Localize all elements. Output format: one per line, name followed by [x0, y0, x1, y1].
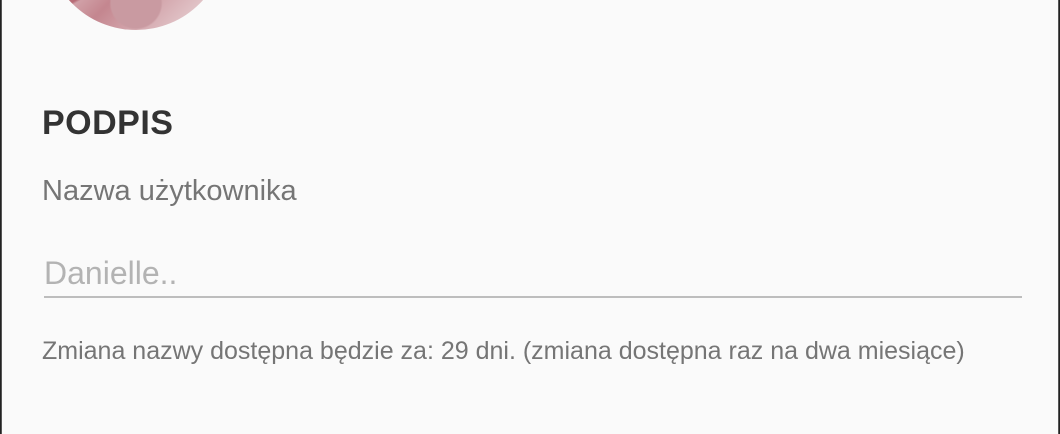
section-title: PODPIS: [42, 104, 174, 142]
username-label: Nazwa użytkownika: [42, 175, 297, 207]
avatar[interactable]: [46, 0, 226, 30]
username-change-info: Zmiana nazwy dostępna będzie za: 29 dni.…: [42, 337, 965, 365]
username-input[interactable]: [44, 250, 1022, 298]
profile-screen: PODPIS Nazwa użytkownika Zmiana nazwy do…: [1, 0, 1059, 434]
